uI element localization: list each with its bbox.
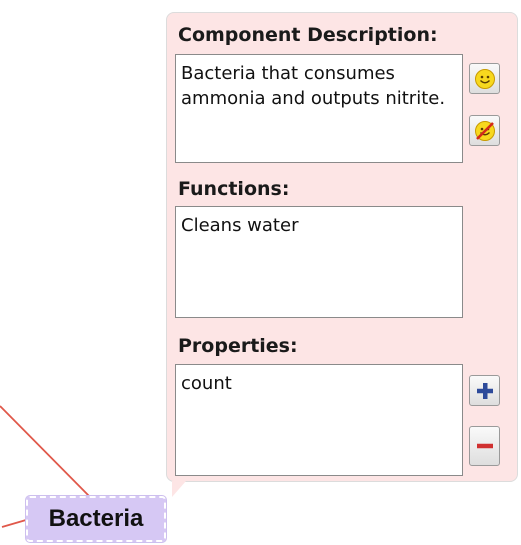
connector-line-left	[1, 519, 27, 528]
minus-icon	[476, 443, 493, 449]
smiley-disabled-button[interactable]	[469, 115, 500, 146]
remove-property-button[interactable]	[469, 426, 500, 466]
map-canvas: Component Description: Bacteria that con…	[0, 0, 521, 545]
smiley-icon	[474, 68, 495, 89]
smiley-disabled-icon	[474, 120, 495, 141]
smiley-button[interactable]	[469, 63, 500, 94]
functions-label: Functions:	[178, 178, 290, 200]
properties-label: Properties:	[178, 335, 298, 357]
component-description-field[interactable]: Bacteria that consumes ammonia and outpu…	[175, 54, 463, 163]
panel-pointer	[172, 481, 186, 497]
properties-list[interactable]: count	[175, 364, 463, 476]
node-label: Bacteria	[48, 505, 144, 532]
functions-field[interactable]: Cleans water	[175, 206, 463, 318]
plus-icon	[476, 382, 493, 399]
add-property-button[interactable]	[469, 375, 500, 406]
bacteria-node[interactable]: Bacteria	[25, 495, 167, 543]
component-description-label: Component Description:	[178, 24, 438, 46]
connector-line-upper	[0, 405, 94, 501]
